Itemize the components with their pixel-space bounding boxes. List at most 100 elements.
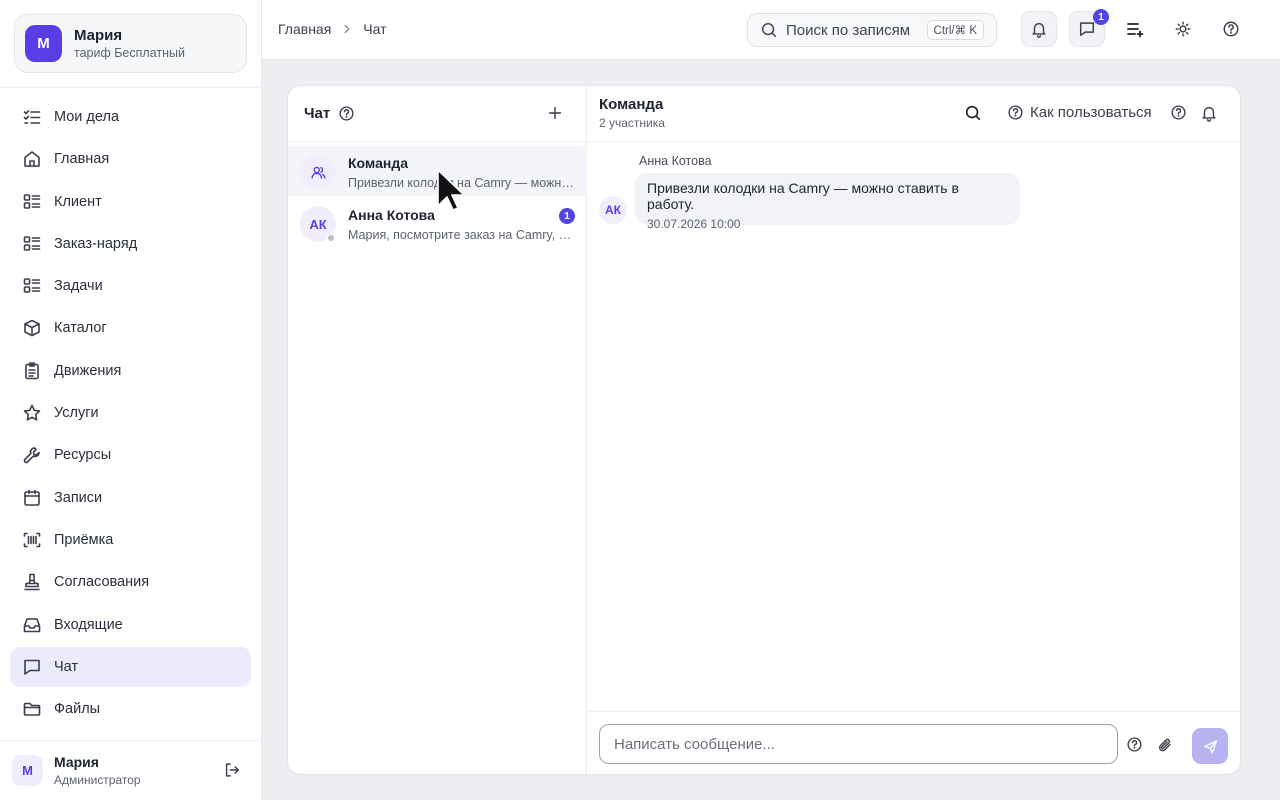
global-search[interactable]: Поиск по записям Ctrl/⌘ K <box>747 13 997 47</box>
scan-icon <box>22 530 54 550</box>
sidebar-nav: Мои дела Главная Клиент Заказ-наряд Зада… <box>10 97 251 731</box>
sidebar-item-label: Каталог <box>54 320 107 337</box>
users-icon <box>310 164 327 181</box>
message-avatar: АК <box>599 196 627 224</box>
account-info: Мария тариф Бесплатный <box>74 27 185 60</box>
how-to-use-label: Как пользоваться <box>1030 104 1152 121</box>
message-time: 30.07.2026 10:00 <box>647 217 741 231</box>
help-button[interactable] <box>1213 11 1249 47</box>
chevron-right-icon <box>341 23 353 35</box>
topbar: Главная Чат Поиск по записям Ctrl/⌘ K 1 <box>262 0 1280 60</box>
logout-icon[interactable] <box>223 761 241 779</box>
breadcrumb-current: Чат <box>363 21 387 37</box>
sidebar-item-services[interactable]: Услуги <box>10 393 251 433</box>
list-add-icon <box>1125 19 1145 39</box>
sidebar-item-inbox[interactable]: Входящие <box>10 605 251 645</box>
help-icon[interactable] <box>338 105 355 122</box>
presence-indicator <box>327 234 335 242</box>
sidebar-item-label: Приёмка <box>54 531 114 548</box>
list-icon <box>22 234 54 254</box>
sidebar: М Мария тариф Бесплатный Мои дела Главна… <box>0 0 262 800</box>
how-to-use-link[interactable]: Как пользоваться <box>1007 104 1152 121</box>
conversation-preview: Мария, посмотрите заказ на Camry, пожалу… <box>348 228 574 242</box>
calendar-icon <box>22 488 54 508</box>
folder-icon <box>22 699 54 719</box>
theme-toggle[interactable] <box>1165 11 1201 47</box>
message-bubble: Привезли колодки на Camry — можно ставит… <box>635 173 1020 231</box>
wrench-icon <box>22 445 54 465</box>
breadcrumb: Главная Чат <box>278 21 387 37</box>
notifications-button[interactable] <box>1021 11 1057 47</box>
user-footer: М Мария Администратор <box>0 740 261 800</box>
star-icon <box>22 403 54 423</box>
sidebar-item-chat[interactable]: Чат <box>10 646 251 687</box>
help-icon <box>1222 20 1240 38</box>
sidebar-item-label: Мои дела <box>54 109 120 125</box>
breadcrumb-home[interactable]: Главная <box>278 21 331 37</box>
message-author: Анна Котова <box>639 154 712 168</box>
sidebar-item-work-order[interactable]: Заказ-наряд <box>10 224 251 264</box>
quick-add-button[interactable] <box>1117 11 1153 47</box>
chat-icon <box>1078 20 1096 38</box>
sidebar-item-label: Файлы <box>54 701 101 718</box>
paperclip-icon[interactable] <box>1156 736 1174 754</box>
chat-icon <box>22 657 54 677</box>
avatar: М <box>12 755 43 786</box>
sidebar-item-label: Согласования <box>54 574 150 591</box>
sidebar-item-movements[interactable]: Движения <box>10 351 251 391</box>
home-icon <box>22 149 54 169</box>
sidebar-item-records[interactable]: Записи <box>10 478 251 518</box>
sidebar-item-label: Задачи <box>54 278 103 295</box>
sidebar-item-label: Чат <box>54 658 79 675</box>
sidebar-item-label: Записи <box>54 489 103 506</box>
sidebar-item-tasks[interactable]: Задачи <box>10 266 251 306</box>
user-name: Мария <box>54 754 99 770</box>
sidebar-item-home[interactable]: Главная <box>10 139 251 179</box>
conversation-list-header: Чат <box>288 86 586 142</box>
bell-icon[interactable] <box>1200 104 1218 122</box>
conversation-text: Анна Котова Мария, посмотрите заказ на C… <box>348 207 574 242</box>
account-name: Мария <box>74 27 123 44</box>
message-input[interactable] <box>599 724 1118 764</box>
sidebar-item-client[interactable]: Клиент <box>10 182 251 222</box>
sidebar-item-label: Клиент <box>54 193 102 210</box>
plus-icon[interactable] <box>546 104 564 122</box>
conversation-view: Команда 2 участника Как пользоваться Анн… <box>587 86 1240 774</box>
sidebar-item-files[interactable]: Файлы <box>10 689 251 729</box>
help-icon[interactable] <box>1170 104 1187 121</box>
bell-icon <box>1030 20 1048 38</box>
sidebar-item-label: Входящие <box>54 616 123 633</box>
messages-badge: 1 <box>1093 9 1109 25</box>
sidebar-item-label: Ресурсы <box>54 447 112 464</box>
account-switcher[interactable]: М Мария тариф Бесплатный <box>14 14 247 73</box>
sidebar-item-catalog[interactable]: Каталог <box>10 308 251 348</box>
sidebar-item-my-tasks[interactable]: Мои дела <box>10 97 251 137</box>
sidebar-item-intake[interactable]: Приёмка <box>10 520 251 560</box>
send-button[interactable] <box>1192 728 1228 764</box>
conversation-header: Команда 2 участника Как пользоваться <box>587 86 1240 142</box>
list-icon <box>22 192 54 212</box>
send-icon <box>1202 738 1219 755</box>
sidebar-item-label: Движения <box>54 362 122 379</box>
search-icon[interactable] <box>964 104 982 122</box>
chat-panel: Чат Команда Привезли колодки на Camry — … <box>287 85 1241 775</box>
sidebar-item-label: Заказ-наряд <box>54 235 138 252</box>
messages-button[interactable]: 1 <box>1069 9 1109 47</box>
account-avatar: М <box>25 25 62 62</box>
message-composer <box>587 711 1240 774</box>
search-input[interactable]: Поиск по записям <box>786 22 910 39</box>
sidebar-item-label: Главная <box>54 151 110 168</box>
sun-icon <box>1174 20 1192 38</box>
list-check-icon <box>22 107 54 127</box>
list-icon <box>22 276 54 296</box>
help-icon <box>1007 104 1030 121</box>
divider <box>0 87 261 88</box>
sidebar-item-label: Услуги <box>54 405 99 422</box>
sidebar-item-resources[interactable]: Ресурсы <box>10 435 251 475</box>
help-icon[interactable] <box>1126 736 1143 753</box>
sidebar-item-approvals[interactable]: Согласования <box>10 562 251 602</box>
search-shortcut: Ctrl/⌘ K <box>926 20 984 40</box>
box-icon <box>22 318 54 338</box>
user-info: Мария Администратор <box>54 754 141 787</box>
stamp-icon <box>22 572 54 592</box>
